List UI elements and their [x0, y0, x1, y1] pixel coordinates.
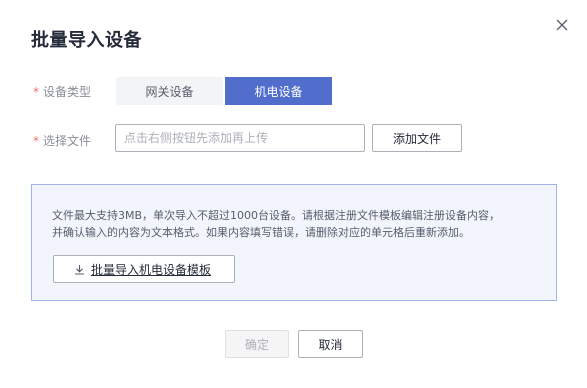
cancel-button[interactable]: 取消 — [298, 330, 363, 358]
file-label: * 选择文件 — [33, 132, 91, 149]
required-mark: * — [33, 84, 39, 99]
device-type-option-electromechanical[interactable]: 机电设备 — [225, 77, 332, 105]
close-button[interactable] — [551, 14, 573, 36]
download-template-label: 批量导入机电设备模板 — [91, 262, 212, 277]
device-type-label-text: 设备类型 — [43, 85, 92, 99]
device-type-option-gateway[interactable]: 网关设备 — [116, 77, 223, 105]
required-mark: * — [33, 133, 39, 148]
dialog-title: 批量导入设备 — [31, 30, 142, 51]
file-path-input[interactable] — [115, 124, 365, 152]
download-icon — [74, 264, 85, 275]
confirm-button[interactable]: 确定 — [225, 330, 289, 358]
info-line-1: 文件最大支持3MB，单次导入不超过1000台设备。请根据注册文件模板编辑注册设备… — [52, 209, 501, 222]
import-info-text: 文件最大支持3MB，单次导入不超过1000台设备。请根据注册文件模板编辑注册设备… — [52, 207, 542, 241]
info-line-2: 并确认输入的内容为文本格式。如果内容填写错误，请删除对应的单元格后重新添加。 — [52, 226, 470, 239]
file-label-text: 选择文件 — [43, 134, 92, 148]
download-template-button[interactable]: 批量导入机电设备模板 — [53, 255, 235, 283]
close-icon — [556, 19, 568, 31]
import-info-panel: 文件最大支持3MB，单次导入不超过1000台设备。请根据注册文件模板编辑注册设备… — [31, 184, 557, 301]
import-devices-dialog: 批量导入设备 * 设备类型 网关设备 机电设备 * 选择文件 添加文件 文件最大… — [0, 0, 587, 388]
device-type-label: * 设备类型 — [33, 83, 91, 100]
add-file-button[interactable]: 添加文件 — [372, 124, 462, 152]
